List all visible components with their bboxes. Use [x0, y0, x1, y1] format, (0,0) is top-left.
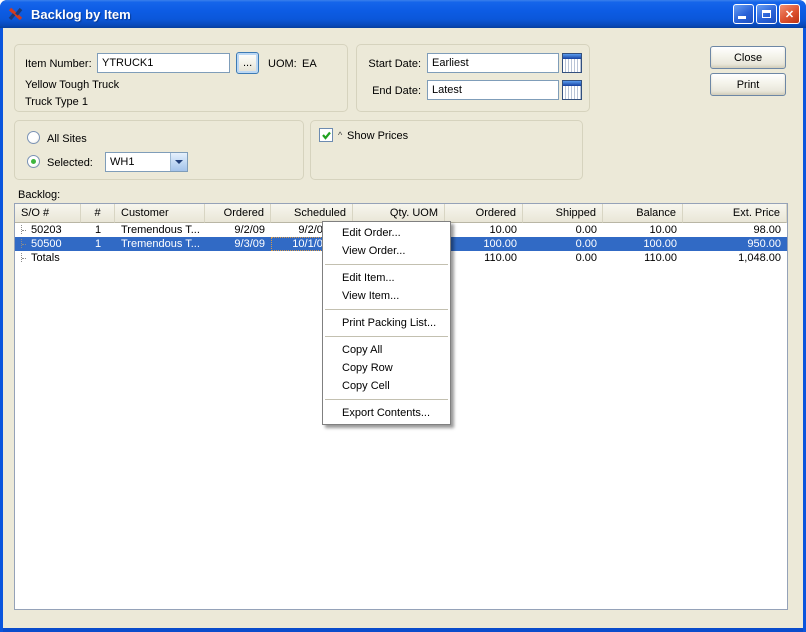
backlog-label: Backlog:: [18, 189, 61, 201]
menu-item-export-contents[interactable]: Export Contents...: [323, 404, 450, 422]
radio-dot-icon: [31, 159, 36, 164]
table-cell[interactable]: 50203: [15, 223, 81, 237]
table-cell[interactable]: Tremendous T...: [115, 237, 205, 251]
selected-site-radio[interactable]: [27, 155, 40, 168]
menu-separator: [325, 399, 448, 400]
minimize-button[interactable]: [733, 4, 754, 24]
table-cell[interactable]: 9/2/09: [205, 223, 271, 237]
maximize-icon: [762, 10, 771, 18]
column-header-[interactable]: #: [81, 204, 115, 223]
table-cell[interactable]: 1: [81, 223, 115, 237]
column-header-ext-price[interactable]: Ext. Price: [683, 204, 787, 223]
column-header-ordered[interactable]: Ordered: [445, 204, 523, 223]
menu-separator: [325, 264, 448, 265]
column-header-balance[interactable]: Balance: [603, 204, 683, 223]
prices-group: ^ Show Prices: [310, 120, 583, 180]
tree-branch-icon: [21, 253, 28, 262]
table-cell[interactable]: 1,048.00: [683, 251, 787, 265]
minimize-icon: [738, 16, 746, 19]
show-prices-label: Show Prices: [347, 130, 409, 142]
all-sites-radio[interactable]: [27, 131, 40, 144]
menu-item-view-order[interactable]: View Order...: [323, 242, 450, 260]
checkmark-icon: [321, 131, 331, 140]
window: Backlog by Item ✕ Item Number: ... UOM: …: [0, 0, 806, 632]
item-browse-button[interactable]: ...: [236, 52, 259, 74]
tree-branch-icon: [21, 225, 28, 234]
maximize-button[interactable]: [756, 4, 777, 24]
table-cell[interactable]: 0.00: [523, 251, 603, 265]
date-range-group: Start Date: End Date:: [356, 44, 590, 112]
menu-item-edit-item[interactable]: Edit Item...: [323, 269, 450, 287]
window-title: Backlog by Item: [31, 6, 131, 22]
uom-label: UOM:: [268, 58, 297, 70]
table-cell[interactable]: 100.00: [445, 237, 523, 251]
table-cell[interactable]: 0.00: [523, 223, 603, 237]
menu-item-edit-order[interactable]: Edit Order...: [323, 224, 450, 242]
table-cell[interactable]: 9/3/09: [205, 237, 271, 251]
table-cell[interactable]: [205, 251, 271, 265]
start-date-calendar-button[interactable]: [562, 53, 582, 73]
chevron-down-icon: [175, 160, 183, 164]
close-icon: ✕: [784, 8, 795, 21]
table-cell[interactable]: 0.00: [523, 237, 603, 251]
uom-value: EA: [302, 58, 317, 70]
menu-item-print-packing-list[interactable]: Print Packing List...: [323, 314, 450, 332]
column-header-ordered[interactable]: Ordered: [205, 204, 271, 223]
table-cell[interactable]: 10.00: [445, 223, 523, 237]
app-icon: [8, 7, 23, 21]
titlebar-close-button[interactable]: ✕: [779, 4, 800, 24]
item-description-line2: Truck Type 1: [25, 96, 88, 108]
column-header-s-o[interactable]: S/O #: [15, 204, 81, 223]
column-header-customer[interactable]: Customer: [115, 204, 205, 223]
end-date-label: End Date:: [372, 85, 421, 97]
menu-item-view-item[interactable]: View Item...: [323, 287, 450, 305]
tree-branch-icon: [21, 239, 28, 248]
end-date-calendar-button[interactable]: [562, 80, 582, 100]
table-cell[interactable]: 1: [81, 237, 115, 251]
table-cell[interactable]: 98.00: [683, 223, 787, 237]
table-cell[interactable]: [115, 251, 205, 265]
end-date-input[interactable]: [427, 80, 559, 100]
site-combobox-value: WH1: [110, 156, 135, 168]
collapse-caret-icon[interactable]: ^: [338, 130, 342, 140]
table-cell[interactable]: 50500: [15, 237, 81, 251]
item-number-input[interactable]: [97, 53, 230, 73]
table-cell[interactable]: Tremendous T...: [115, 223, 205, 237]
site-combobox[interactable]: WH1: [105, 152, 188, 172]
all-sites-label: All Sites: [47, 133, 87, 145]
table-cell[interactable]: Totals: [15, 251, 81, 265]
menu-separator: [325, 336, 448, 337]
context-menu: Edit Order... View Order... Edit Item... Vi…: [322, 221, 451, 425]
show-prices-checkbox[interactable]: [319, 128, 333, 142]
item-number-label: Item Number:: [25, 58, 92, 70]
calendar-grid: [563, 59, 581, 72]
start-date-label: Start Date:: [368, 58, 421, 70]
menu-item-copy-all[interactable]: Copy All: [323, 341, 450, 359]
menu-item-copy-cell[interactable]: Copy Cell: [323, 377, 450, 395]
print-button[interactable]: Print: [710, 73, 786, 96]
table-cell[interactable]: 10.00: [603, 223, 683, 237]
table-cell[interactable]: 110.00: [445, 251, 523, 265]
table-cell[interactable]: [81, 251, 115, 265]
column-header-shipped[interactable]: Shipped: [523, 204, 603, 223]
titlebar[interactable]: Backlog by Item ✕: [0, 0, 806, 28]
sites-group: All Sites Selected: WH1: [14, 120, 304, 180]
item-description-line1: Yellow Tough Truck: [25, 79, 120, 91]
close-button[interactable]: Close: [710, 46, 786, 69]
menu-separator: [325, 309, 448, 310]
combobox-dropdown-button[interactable]: [170, 153, 187, 171]
calendar-grid: [563, 86, 581, 99]
item-group: Item Number: ... UOM: EA Yellow Tough Tr…: [14, 44, 348, 112]
start-date-input[interactable]: [427, 53, 559, 73]
menu-item-copy-row[interactable]: Copy Row: [323, 359, 450, 377]
selected-site-label: Selected:: [47, 157, 93, 169]
table-cell[interactable]: 110.00: [603, 251, 683, 265]
table-cell[interactable]: 100.00: [603, 237, 683, 251]
table-cell[interactable]: 950.00: [683, 237, 787, 251]
